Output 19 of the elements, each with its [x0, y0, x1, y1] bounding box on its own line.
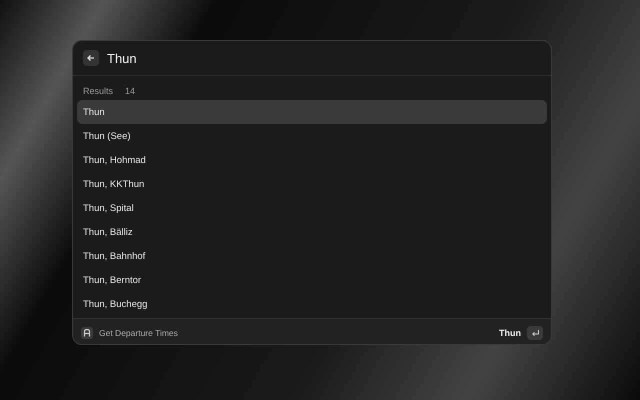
result-item[interactable]: Thun — [77, 100, 547, 124]
return-icon — [530, 328, 540, 336]
result-item[interactable]: Thun, KKThun — [77, 172, 547, 196]
app-icon — [83, 328, 91, 336]
result-item[interactable]: Thun, Berntor — [77, 268, 547, 292]
primary-action-label[interactable]: Thun — [499, 328, 521, 338]
result-item[interactable]: Thun, Buchegg — [77, 292, 547, 316]
results-label: Results — [83, 86, 114, 96]
result-item[interactable]: Thun, Hohmad — [77, 148, 547, 172]
result-item[interactable]: Thun, Bahnhof — [77, 244, 547, 268]
search-field[interactable]: Thun — [107, 50, 407, 66]
back-button[interactable] — [83, 50, 99, 66]
enter-key-button[interactable] — [527, 326, 543, 340]
action-label: Get Departure Times — [99, 328, 179, 338]
result-item[interactable]: Thun (See) — [77, 124, 547, 148]
result-item[interactable]: Thun, Spital — [77, 196, 547, 220]
result-item[interactable]: Thun, Bälliz — [77, 220, 547, 244]
back-arrow-icon — [86, 53, 96, 63]
results-count: 14 — [125, 86, 136, 96]
